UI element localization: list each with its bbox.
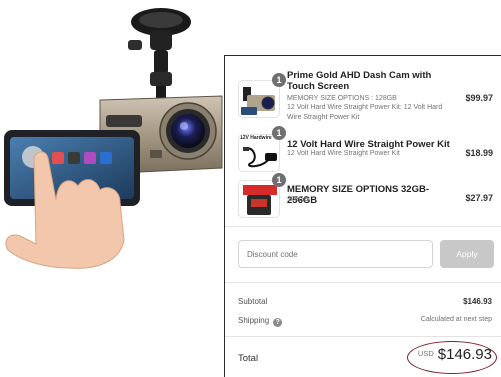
divider xyxy=(225,282,501,283)
suction-mount xyxy=(128,8,191,100)
shipping-value: Calculated at next step xyxy=(420,316,492,323)
item-option: 12 Volt Hard Wire Straight Power Kit xyxy=(287,150,400,157)
item-price: $27.97 xyxy=(465,193,493,203)
dash-cam-illustration xyxy=(4,8,223,269)
subtotal-value: $146.93 xyxy=(463,297,492,306)
item-addon: 12 Volt Hard Wire Straight Power Kit: 12… xyxy=(287,104,443,121)
dash-cam-icon xyxy=(241,87,275,115)
dash-cam-thumbnail xyxy=(238,80,280,118)
quantity-badge: 1 xyxy=(272,73,286,87)
quantity-badge: 1 xyxy=(272,126,286,140)
item-price: $18.99 xyxy=(465,148,493,158)
divider xyxy=(225,336,501,337)
quantity-badge: 1 xyxy=(272,173,286,187)
discount-code-input[interactable] xyxy=(238,240,433,268)
thumb-label: 12V Hardwire xyxy=(240,135,272,141)
total-highlight-ring xyxy=(407,341,497,374)
shipping-label: Shipping xyxy=(238,316,270,325)
memory-card-thumbnail xyxy=(238,180,280,218)
product-photo xyxy=(0,0,228,377)
shipping-row-label: Shipping? xyxy=(238,316,283,327)
divider xyxy=(225,226,501,227)
item-title: Prime Gold AHD Dash Cam with Touch Scree… xyxy=(287,70,432,92)
shipping-help-icon[interactable]: ? xyxy=(273,318,283,327)
item-option: 128GB xyxy=(287,196,309,203)
power-kit-thumbnail: 12V Hardwire xyxy=(238,134,280,172)
item-price: $99.97 xyxy=(465,93,493,103)
total-label: Total xyxy=(238,353,259,364)
order-summary-panel: 1 Prime Gold AHD Dash Cam with Touch Scr… xyxy=(224,55,501,377)
subtotal-label: Subtotal xyxy=(238,297,268,306)
apply-discount-button[interactable]: Apply xyxy=(440,240,494,268)
sd-card-icon xyxy=(243,185,277,215)
